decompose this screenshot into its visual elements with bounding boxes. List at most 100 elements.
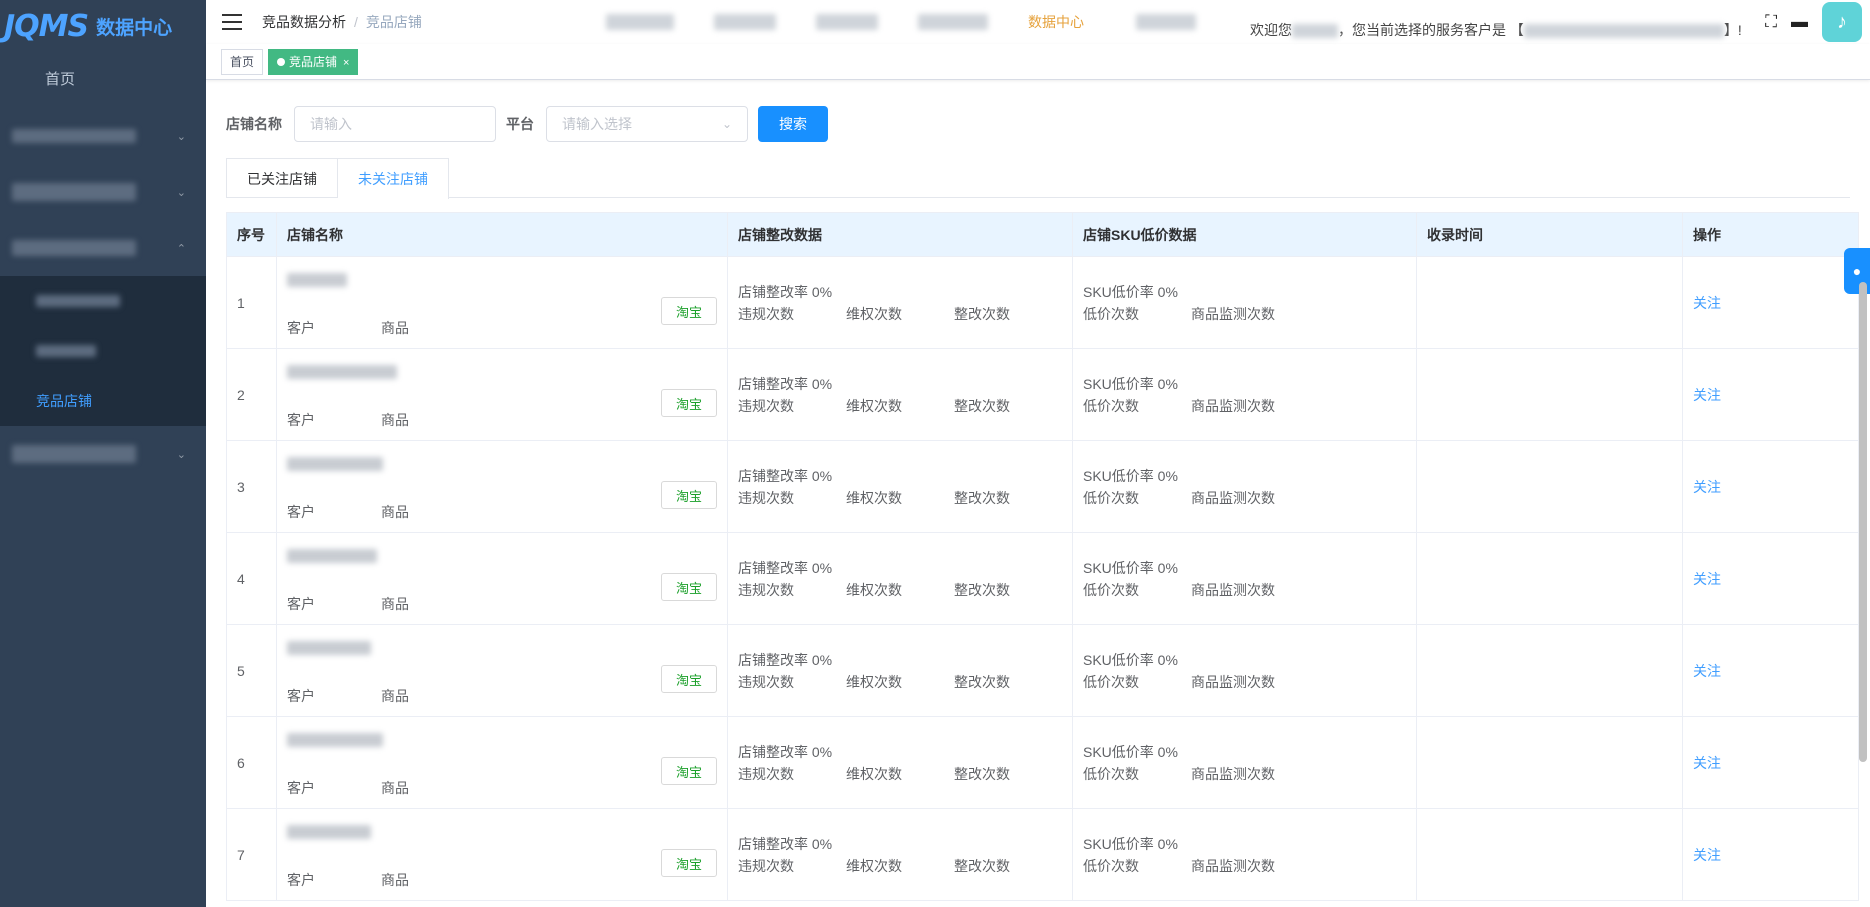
table-row: 1 客户 商品 淘宝 店铺整改率 0% 违规次数 维权次数 整改次数 SKU低价率 0… xyxy=(226,256,1859,349)
violations-label: 违规次数 xyxy=(738,673,794,690)
breadcrumb-current: 竞品店铺 xyxy=(365,14,422,30)
shop-name xyxy=(287,457,383,474)
main-content: 店铺名称 请输入 平台 请输入选择 ⌄ 搜索 已关注店铺 未关注店铺 序号 店铺名… xyxy=(206,80,1870,907)
sidebar-item-home[interactable]: 首页 xyxy=(0,52,206,108)
top-menu-item[interactable] xyxy=(816,14,878,30)
sidebar-subitem-2[interactable] xyxy=(0,326,206,376)
monitor-label: 商品监测次数 xyxy=(1191,673,1275,690)
sidebar-group-1[interactable]: ⌄ xyxy=(0,108,206,164)
tag-home[interactable]: 首页 xyxy=(221,48,264,75)
cell-sku: SKU低价率 0% 低价次数 商品监测次数 xyxy=(1072,348,1417,441)
follow-link[interactable]: 关注 xyxy=(1693,755,1721,771)
rectify-rate: 店铺整改率 0% xyxy=(738,559,833,576)
cell-rectify: 店铺整改率 0% 违规次数 维权次数 整改次数 xyxy=(727,348,1073,441)
breadcrumb: 竞品数据分析 / 竞品店铺 xyxy=(262,12,422,32)
top-menu-item[interactable] xyxy=(918,14,988,30)
cell-record-time xyxy=(1416,808,1683,901)
product-label: 商品 xyxy=(381,412,409,428)
col-header-index: 序号 xyxy=(226,212,277,257)
follow-link[interactable]: 关注 xyxy=(1693,479,1721,495)
cell-shop: 客户 商品 淘宝 xyxy=(276,532,728,625)
table-row: 6 客户 商品 淘宝 店铺整改率 0% 违规次数 维权次数 整改次数 SKU低价率 0… xyxy=(226,716,1859,809)
sku-rate: SKU低价率 0% xyxy=(1083,743,1178,760)
tab-followed[interactable]: 已关注店铺 xyxy=(226,158,338,198)
cell-action: 关注 xyxy=(1682,532,1859,625)
rectify-count-label: 整改次数 xyxy=(954,489,1010,506)
customer-label: 客户 xyxy=(287,780,315,796)
monitor-label: 商品监测次数 xyxy=(1191,581,1275,598)
cell-rectify: 店铺整改率 0% 违规次数 维权次数 整改次数 xyxy=(727,532,1073,625)
close-icon[interactable]: × xyxy=(343,57,349,69)
redacted-menu-label xyxy=(12,129,136,143)
rights-label: 维权次数 xyxy=(846,857,902,874)
cell-sku: SKU低价率 0% 低价次数 商品监测次数 xyxy=(1072,256,1417,349)
shop-meta: 客户 商品 xyxy=(287,318,475,338)
follow-link[interactable]: 关注 xyxy=(1693,295,1721,311)
top-menu-data-center[interactable]: 数据中心 xyxy=(1028,12,1084,32)
monitor-icon[interactable]: ▬ xyxy=(1791,12,1808,32)
cell-index: 5 xyxy=(226,624,277,717)
cell-rectify: 店铺整改率 0% 违规次数 维权次数 整改次数 xyxy=(727,256,1073,349)
tab-unfollowed[interactable]: 未关注店铺 xyxy=(338,158,449,199)
platform-select[interactable]: 请输入选择 ⌄ xyxy=(546,106,748,142)
top-menu-item[interactable] xyxy=(1136,14,1196,30)
rights-label: 维权次数 xyxy=(846,581,902,598)
scrollbar[interactable] xyxy=(1859,282,1867,762)
col-header-shop-name: 店铺名称 xyxy=(276,212,728,257)
rectify-rate: 店铺整改率 0% xyxy=(738,835,833,852)
cell-sku: SKU低价率 0% 低价次数 商品监测次数 xyxy=(1072,440,1417,533)
rectify-rate: 店铺整改率 0% xyxy=(738,467,833,484)
chevron-down-icon: ⌄ xyxy=(721,117,732,131)
cell-sku: SKU低价率 0% 低价次数 商品监测次数 xyxy=(1072,624,1417,717)
shop-meta: 客户 商品 xyxy=(287,410,475,430)
rights-label: 维权次数 xyxy=(846,765,902,782)
cell-shop: 客户 商品 淘宝 xyxy=(276,348,728,441)
sidebar-subitem-competitor-shops[interactable]: 竞品店铺 xyxy=(0,376,206,426)
top-menu-item[interactable] xyxy=(606,14,674,30)
shop-name-input[interactable]: 请输入 xyxy=(294,106,496,142)
breadcrumb-parent[interactable]: 竞品数据分析 xyxy=(262,14,346,30)
monitor-label: 商品监测次数 xyxy=(1191,305,1275,322)
platform-tag: 淘宝 xyxy=(661,849,717,877)
fullscreen-icon[interactable]: ⛶ xyxy=(1765,12,1777,32)
sidebar: JQMS 数据中心 首页 ⌄ ⌄ ⌃ 竞品店铺 ⌄ xyxy=(0,0,206,907)
rectify-count-label: 整改次数 xyxy=(954,397,1010,414)
sidebar-subitem-1[interactable] xyxy=(0,276,206,326)
avatar[interactable]: ♪ xyxy=(1822,2,1862,42)
violations-label: 违规次数 xyxy=(738,397,794,414)
follow-link[interactable]: 关注 xyxy=(1693,387,1721,403)
redacted-shop-name xyxy=(287,641,371,655)
cell-action: 关注 xyxy=(1682,624,1859,717)
low-price-label: 低价次数 xyxy=(1083,857,1139,874)
tag-competitor-shops[interactable]: 竞品店铺 × xyxy=(268,48,359,75)
search-button[interactable]: 搜索 xyxy=(758,106,828,142)
tags-view: 首页 竞品店铺 × xyxy=(206,44,1870,80)
redacted-customer xyxy=(1523,24,1724,39)
hamburger-icon[interactable] xyxy=(222,14,242,30)
platform-tag: 淘宝 xyxy=(661,481,717,509)
rectify-count-label: 整改次数 xyxy=(954,857,1010,874)
monitor-label: 商品监测次数 xyxy=(1191,857,1275,874)
sidebar-group-3[interactable]: ⌃ xyxy=(0,220,206,276)
follow-link[interactable]: 关注 xyxy=(1693,847,1721,863)
platform-tag: 淘宝 xyxy=(661,757,717,785)
sku-rate: SKU低价率 0% xyxy=(1083,283,1178,300)
shop-table: 序号 店铺名称 店铺整改数据 店铺SKU低价数据 收录时间 操作 1 客户 商品 … xyxy=(226,212,1859,901)
top-menu: 数据中心 xyxy=(606,0,1236,44)
rights-label: 维权次数 xyxy=(846,305,902,322)
sidebar-submenu: 竞品店铺 xyxy=(0,276,206,426)
cell-sku: SKU低价率 0% 低价次数 商品监测次数 xyxy=(1072,716,1417,809)
shop-name xyxy=(287,825,371,842)
sidebar-group-2[interactable]: ⌄ xyxy=(0,164,206,220)
follow-link[interactable]: 关注 xyxy=(1693,571,1721,587)
redacted-username xyxy=(1292,24,1338,39)
follow-link[interactable]: 关注 xyxy=(1693,663,1721,679)
sidebar-group-4[interactable]: ⌄ xyxy=(0,426,206,482)
redacted-menu-label xyxy=(12,240,136,256)
cell-record-time xyxy=(1416,348,1683,441)
monitor-label: 商品监测次数 xyxy=(1191,489,1275,506)
welcome-text: 欢迎您 ，您当前选择的服务客户是 【 】! xyxy=(1250,20,1742,40)
shop-meta: 客户 商品 xyxy=(287,870,475,890)
top-menu-item[interactable] xyxy=(714,14,776,30)
shop-meta: 客户 商品 xyxy=(287,778,475,798)
